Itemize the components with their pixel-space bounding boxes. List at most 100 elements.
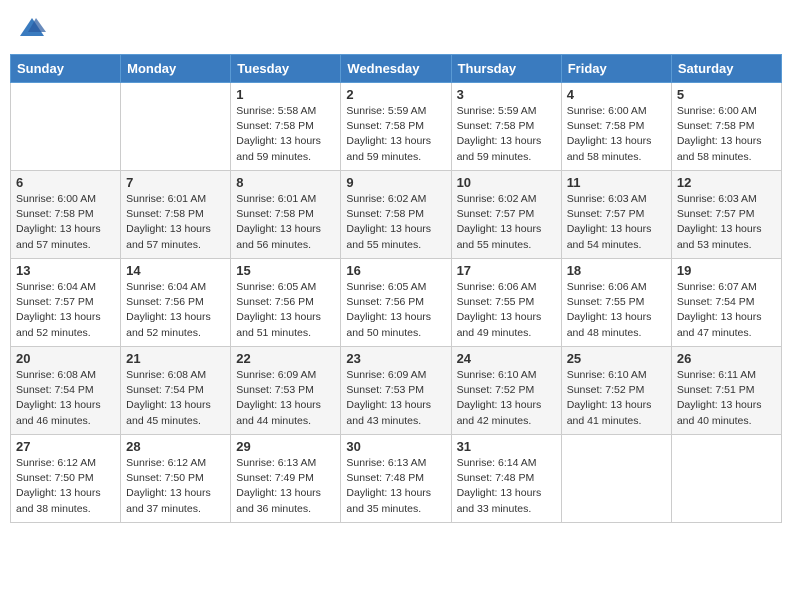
calendar-header-row: SundayMondayTuesdayWednesdayThursdayFrid… (11, 55, 782, 83)
day-number: 20 (16, 351, 115, 366)
day-number: 11 (567, 175, 666, 190)
day-number: 5 (677, 87, 776, 102)
day-detail: Sunrise: 6:00 AM Sunset: 7:58 PM Dayligh… (16, 192, 115, 253)
calendar-cell: 25 Sunrise: 6:10 AM Sunset: 7:52 PM Dayli… (561, 347, 671, 435)
day-detail: Sunrise: 6:01 AM Sunset: 7:58 PM Dayligh… (126, 192, 225, 253)
day-number: 12 (677, 175, 776, 190)
calendar-cell: 11 Sunrise: 6:03 AM Sunset: 7:57 PM Dayli… (561, 171, 671, 259)
calendar-cell: 21 Sunrise: 6:08 AM Sunset: 7:54 PM Dayli… (121, 347, 231, 435)
day-number: 31 (457, 439, 556, 454)
day-detail: Sunrise: 6:12 AM Sunset: 7:50 PM Dayligh… (126, 456, 225, 517)
day-number: 29 (236, 439, 335, 454)
calendar-week-row: 27 Sunrise: 6:12 AM Sunset: 7:50 PM Dayli… (11, 435, 782, 523)
calendar-cell: 27Sunrise: 6:12 AM Sunset: 7:50 PM Dayli… (11, 435, 121, 523)
column-header-sunday: Sunday (11, 55, 121, 83)
day-number: 9 (346, 175, 445, 190)
calendar-cell: 19 Sunrise: 6:07 AM Sunset: 7:54 PM Dayli… (671, 259, 781, 347)
calendar-week-row: 1Sunrise: 5:58 AM Sunset: 7:58 PM Daylig… (11, 83, 782, 171)
day-detail: Sunrise: 6:01 AM Sunset: 7:58 PM Dayligh… (236, 192, 335, 253)
calendar-cell: 23 Sunrise: 6:09 AM Sunset: 7:53 PM Dayli… (341, 347, 451, 435)
day-detail: Sunrise: 6:14 AM Sunset: 7:48 PM Dayligh… (457, 456, 556, 517)
calendar-cell: 18 Sunrise: 6:06 AM Sunset: 7:55 PM Dayli… (561, 259, 671, 347)
day-number: 2 (346, 87, 445, 102)
day-detail: Sunrise: 6:03 AM Sunset: 7:57 PM Dayligh… (567, 192, 666, 253)
calendar-cell: 26 Sunrise: 6:11 AM Sunset: 7:51 PM Dayli… (671, 347, 781, 435)
calendar-cell: 15 Sunrise: 6:05 AM Sunset: 7:56 PM Dayli… (231, 259, 341, 347)
day-number: 22 (236, 351, 335, 366)
calendar-cell: 24Sunrise: 6:10 AM Sunset: 7:52 PM Dayli… (451, 347, 561, 435)
day-number: 30 (346, 439, 445, 454)
calendar-cell: 7Sunrise: 6:01 AM Sunset: 7:58 PM Daylig… (121, 171, 231, 259)
day-detail: Sunrise: 5:59 AM Sunset: 7:58 PM Dayligh… (457, 104, 556, 165)
day-number: 6 (16, 175, 115, 190)
calendar-cell (671, 435, 781, 523)
calendar-cell: 9 Sunrise: 6:02 AM Sunset: 7:58 PM Daylig… (341, 171, 451, 259)
day-detail: Sunrise: 6:04 AM Sunset: 7:56 PM Dayligh… (126, 280, 225, 341)
calendar-week-row: 6 Sunrise: 6:00 AM Sunset: 7:58 PM Daylig… (11, 171, 782, 259)
column-header-friday: Friday (561, 55, 671, 83)
day-detail: Sunrise: 6:05 AM Sunset: 7:56 PM Dayligh… (346, 280, 445, 341)
day-detail: Sunrise: 6:04 AM Sunset: 7:57 PM Dayligh… (16, 280, 115, 341)
calendar-cell: 29 Sunrise: 6:13 AM Sunset: 7:49 PM Dayli… (231, 435, 341, 523)
logo (18, 14, 48, 42)
day-detail: Sunrise: 6:05 AM Sunset: 7:56 PM Dayligh… (236, 280, 335, 341)
day-number: 10 (457, 175, 556, 190)
day-detail: Sunrise: 5:58 AM Sunset: 7:58 PM Dayligh… (236, 104, 335, 165)
calendar-cell: 8 Sunrise: 6:01 AM Sunset: 7:58 PM Daylig… (231, 171, 341, 259)
calendar-cell: 1Sunrise: 5:58 AM Sunset: 7:58 PM Daylig… (231, 83, 341, 171)
calendar-cell: 4 Sunrise: 6:00 AM Sunset: 7:58 PM Daylig… (561, 83, 671, 171)
day-number: 28 (126, 439, 225, 454)
column-header-thursday: Thursday (451, 55, 561, 83)
day-number: 18 (567, 263, 666, 278)
day-detail: Sunrise: 6:06 AM Sunset: 7:55 PM Dayligh… (457, 280, 556, 341)
calendar-cell: 12 Sunrise: 6:03 AM Sunset: 7:57 PM Dayli… (671, 171, 781, 259)
page-header (10, 10, 782, 46)
calendar-table: SundayMondayTuesdayWednesdayThursdayFrid… (10, 54, 782, 523)
day-number: 23 (346, 351, 445, 366)
day-detail: Sunrise: 6:06 AM Sunset: 7:55 PM Dayligh… (567, 280, 666, 341)
calendar-cell: 6 Sunrise: 6:00 AM Sunset: 7:58 PM Daylig… (11, 171, 121, 259)
calendar-week-row: 20 Sunrise: 6:08 AM Sunset: 7:54 PM Dayli… (11, 347, 782, 435)
day-detail: Sunrise: 6:11 AM Sunset: 7:51 PM Dayligh… (677, 368, 776, 429)
column-header-tuesday: Tuesday (231, 55, 341, 83)
day-number: 25 (567, 351, 666, 366)
day-number: 17 (457, 263, 556, 278)
calendar-cell: 5 Sunrise: 6:00 AM Sunset: 7:58 PM Daylig… (671, 83, 781, 171)
calendar-cell: 17 Sunrise: 6:06 AM Sunset: 7:55 PM Dayli… (451, 259, 561, 347)
day-number: 19 (677, 263, 776, 278)
calendar-cell: 3 Sunrise: 5:59 AM Sunset: 7:58 PM Daylig… (451, 83, 561, 171)
day-detail: Sunrise: 6:00 AM Sunset: 7:58 PM Dayligh… (567, 104, 666, 165)
calendar-cell: 20Sunrise: 6:08 AM Sunset: 7:54 PM Dayli… (11, 347, 121, 435)
calendar-cell (121, 83, 231, 171)
day-detail: Sunrise: 6:13 AM Sunset: 7:48 PM Dayligh… (346, 456, 445, 517)
calendar-cell: 13 Sunrise: 6:04 AM Sunset: 7:57 PM Dayli… (11, 259, 121, 347)
day-detail: Sunrise: 6:10 AM Sunset: 7:52 PM Dayligh… (567, 368, 666, 429)
day-detail: Sunrise: 6:09 AM Sunset: 7:53 PM Dayligh… (236, 368, 335, 429)
day-detail: Sunrise: 6:08 AM Sunset: 7:54 PM Dayligh… (126, 368, 225, 429)
calendar-cell: 30 Sunrise: 6:13 AM Sunset: 7:48 PM Dayli… (341, 435, 451, 523)
logo-icon (18, 14, 46, 42)
day-number: 8 (236, 175, 335, 190)
day-number: 27 (16, 439, 115, 454)
day-detail: Sunrise: 6:03 AM Sunset: 7:57 PM Dayligh… (677, 192, 776, 253)
calendar-cell (561, 435, 671, 523)
day-number: 15 (236, 263, 335, 278)
day-number: 21 (126, 351, 225, 366)
calendar-cell: 28 Sunrise: 6:12 AM Sunset: 7:50 PM Dayli… (121, 435, 231, 523)
day-number: 13 (16, 263, 115, 278)
calendar-cell: 14Sunrise: 6:04 AM Sunset: 7:56 PM Dayli… (121, 259, 231, 347)
calendar-cell: 31 Sunrise: 6:14 AM Sunset: 7:48 PM Dayli… (451, 435, 561, 523)
day-detail: Sunrise: 6:02 AM Sunset: 7:58 PM Dayligh… (346, 192, 445, 253)
day-detail: Sunrise: 6:09 AM Sunset: 7:53 PM Dayligh… (346, 368, 445, 429)
day-number: 16 (346, 263, 445, 278)
day-detail: Sunrise: 6:00 AM Sunset: 7:58 PM Dayligh… (677, 104, 776, 165)
day-number: 26 (677, 351, 776, 366)
day-detail: Sunrise: 6:07 AM Sunset: 7:54 PM Dayligh… (677, 280, 776, 341)
day-number: 3 (457, 87, 556, 102)
day-detail: Sunrise: 6:13 AM Sunset: 7:49 PM Dayligh… (236, 456, 335, 517)
day-number: 4 (567, 87, 666, 102)
column-header-wednesday: Wednesday (341, 55, 451, 83)
calendar-cell: 16 Sunrise: 6:05 AM Sunset: 7:56 PM Dayli… (341, 259, 451, 347)
column-header-monday: Monday (121, 55, 231, 83)
calendar-cell: 10Sunrise: 6:02 AM Sunset: 7:57 PM Dayli… (451, 171, 561, 259)
